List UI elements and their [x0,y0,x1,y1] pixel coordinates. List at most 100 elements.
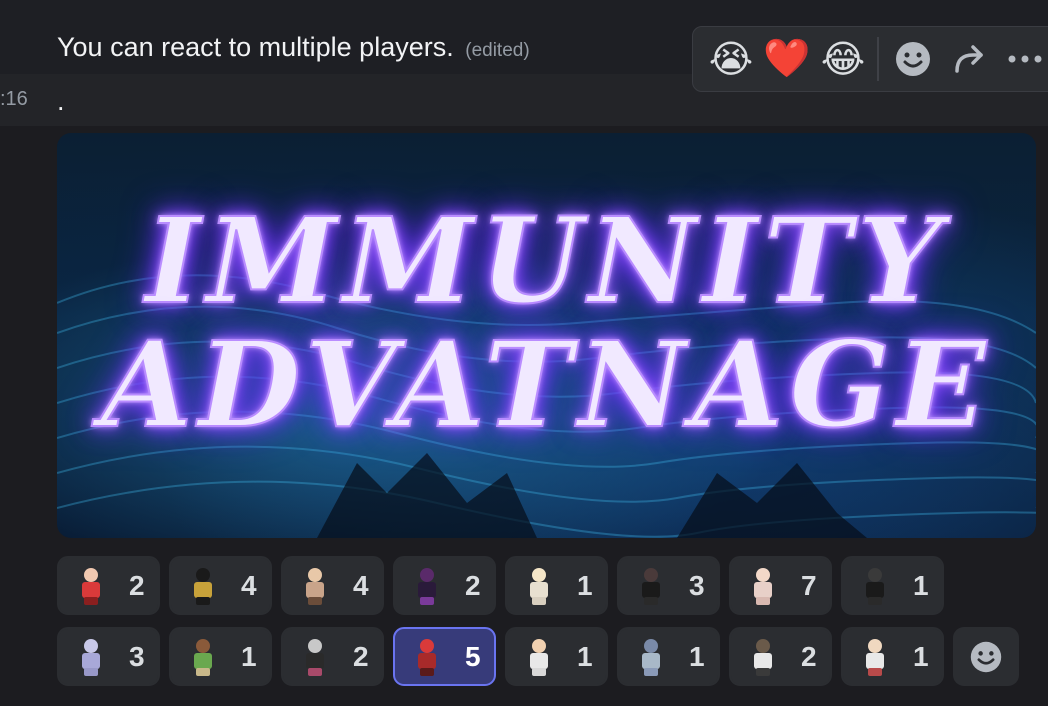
banner-title-line-1: IMMUNITY [144,190,948,331]
reactions-bar: 24421371 31251121 [57,556,1047,698]
reaction-button[interactable]: 1 [505,556,608,615]
player-avatar-emoji [519,566,559,606]
reaction-count: 5 [465,640,481,672]
reaction-button[interactable]: 1 [169,627,272,686]
more-options-button[interactable] [997,31,1048,87]
reaction-count: 4 [241,569,257,601]
player-avatar-emoji [631,566,671,606]
reaction-button[interactable]: 2 [729,627,832,686]
message-actions-toolbar: 😭 ❤️ 😂 [692,26,1048,92]
reactions-row-1: 24421371 [57,556,1047,615]
player-avatar-emoji [855,566,895,606]
quick-reaction-loudly-crying[interactable]: 😭 [703,31,759,87]
message-content: You can react to multiple players. (edit… [57,32,530,63]
avatar-head [644,638,658,653]
avatar-body [866,652,884,669]
reaction-button[interactable]: 2 [281,627,384,686]
reaction-button[interactable]: 1 [841,627,944,686]
avatar-body [418,652,436,669]
player-avatar-emoji [295,637,335,677]
avatar-head [420,638,434,653]
player-avatar-emoji [743,637,783,677]
reaction-count: 3 [689,569,705,601]
avatar-legs [84,596,98,605]
avatar-legs [868,667,882,676]
avatar-legs [644,596,658,605]
avatar-legs [420,667,434,676]
reaction-button[interactable]: 2 [393,556,496,615]
player-avatar-emoji [519,637,559,677]
reaction-button[interactable]: 1 [617,627,720,686]
more-dots-icon [1008,55,1042,63]
reaction-button[interactable]: 3 [617,556,720,615]
reaction-button[interactable]: 7 [729,556,832,615]
avatar-head [196,567,210,582]
avatar-body [642,652,660,669]
avatar-legs [868,596,882,605]
avatar-head [756,638,770,653]
avatar-body [530,652,548,669]
avatar-legs [532,596,546,605]
message-second-line: . [57,86,65,116]
avatar-body [642,581,660,598]
avatar-body [306,581,324,598]
avatar-body [754,581,772,598]
avatar-legs [308,667,322,676]
message-area: You can react to multiple players. (edit… [0,0,1048,706]
reaction-button[interactable]: 5 [393,627,496,686]
reaction-count: 2 [129,569,145,601]
player-avatar-emoji [71,637,111,677]
quick-reaction-joy[interactable]: 😂 [815,31,871,87]
avatar-body [306,652,324,669]
edited-label: (edited) [465,40,530,61]
reaction-button[interactable]: 1 [505,627,608,686]
reaction-count: 4 [353,569,369,601]
immunity-advantage-banner-image[interactable]: IMMUNITY ADVATNAGE [57,133,1036,538]
player-avatar-emoji [183,637,223,677]
toolbar-separator [877,37,879,81]
reaction-button[interactable]: 3 [57,627,160,686]
smile-icon [896,42,930,76]
avatar-head [756,567,770,582]
player-avatar-emoji [183,566,223,606]
avatar-head [868,638,882,653]
reaction-count: 2 [801,640,817,672]
avatar-head [84,567,98,582]
avatar-head [532,638,546,653]
avatar-head [84,638,98,653]
add-reaction-button[interactable] [953,627,1019,686]
avatar-body [866,581,884,598]
player-avatar-emoji [743,566,783,606]
avatar-body [754,652,772,669]
reaction-count: 2 [465,569,481,601]
avatar-body [530,581,548,598]
reaction-count: 1 [241,640,257,672]
avatar-legs [308,596,322,605]
reaction-button[interactable]: 1 [841,556,944,615]
reaction-button[interactable]: 4 [169,556,272,615]
reaction-count: 2 [353,640,369,672]
add-reaction-button[interactable] [885,31,941,87]
avatar-head [196,638,210,653]
reaction-button[interactable]: 2 [57,556,160,615]
avatar-legs [84,667,98,676]
avatar-legs [756,596,770,605]
forward-button[interactable] [941,31,997,87]
quick-reaction-heart[interactable]: ❤️ [759,31,815,87]
player-avatar-emoji [407,637,447,677]
player-avatar-emoji [71,566,111,606]
smile-icon [970,641,1002,672]
avatar-legs [644,667,658,676]
reaction-count: 1 [913,569,929,601]
avatar-legs [756,667,770,676]
message-text: You can react to multiple players. [57,32,454,62]
avatar-head [532,567,546,582]
reaction-count: 3 [129,640,145,672]
reaction-count: 7 [801,569,817,601]
reaction-count: 1 [577,569,593,601]
player-avatar-emoji [295,566,335,606]
reaction-count: 1 [577,640,593,672]
avatar-legs [196,667,210,676]
reaction-button[interactable]: 4 [281,556,384,615]
reactions-row-2: 3 1 2 5 1 1 2 1 [57,627,1047,686]
